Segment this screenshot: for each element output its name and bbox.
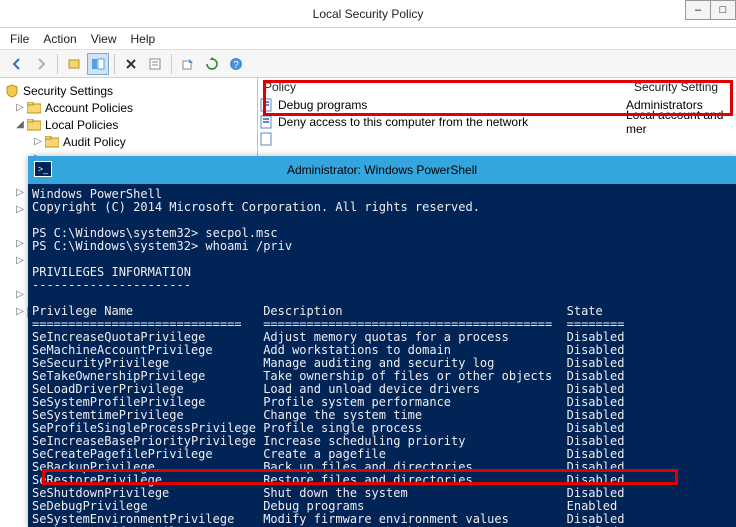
delete-button[interactable] [120,53,142,75]
policy-name: Deny access to this computer from the ne… [276,115,626,129]
window-titlebar: Local Security Policy – □ [0,0,736,28]
window-title: Local Security Policy [313,7,424,21]
maximize-button[interactable]: □ [710,0,736,20]
list-header[interactable]: Policy Security Setting [258,78,736,96]
powershell-console[interactable]: Windows PowerShell Copyright (C) 2014 Mi… [28,184,736,527]
policy-icon [258,132,276,146]
col-security-setting[interactable]: Security Setting [628,78,724,96]
powershell-icon: >_ [34,161,52,177]
svg-text:?: ? [233,60,239,71]
expand-icon[interactable]: ▷ [14,102,26,113]
folder-icon [26,101,42,115]
policy-value: Local account and mer [626,108,736,136]
menu-file[interactable]: File [10,32,29,46]
up-button[interactable] [63,53,85,75]
policy-icon [258,115,276,129]
tree-label: Local Policies [45,118,118,132]
help-button[interactable]: ? [225,53,247,75]
tree-root-label: Security Settings [23,84,113,98]
list-row[interactable]: Deny access to this computer from the ne… [258,113,736,130]
folder-icon [44,135,60,149]
export-button[interactable] [177,53,199,75]
expand-icon[interactable]: ▷ [32,136,44,147]
powershell-title: Administrator: Windows PowerShell [287,163,477,177]
collapse-icon[interactable]: ◢ [14,119,26,130]
forward-button[interactable] [30,53,52,75]
policy-icon [258,98,276,112]
back-button[interactable] [6,53,28,75]
tree-label: Account Policies [45,101,133,115]
menu-action[interactable]: Action [43,32,76,46]
show-tree-button[interactable] [87,53,109,75]
minimize-button[interactable]: – [685,0,711,20]
powershell-titlebar[interactable]: >_ Administrator: Windows PowerShell [28,156,736,184]
properties-button[interactable] [144,53,166,75]
tree-label: Audit Policy [63,135,126,149]
menu-help[interactable]: Help [131,32,156,46]
shield-icon [4,84,20,98]
tree-item-audit-policy[interactable]: ▷ Audit Policy [0,133,257,150]
policy-name: Debug programs [276,98,626,112]
tree-item-local-policies[interactable]: ◢ Local Policies [0,116,257,133]
menubar: File Action View Help [0,28,736,50]
powershell-window: >_ Administrator: Windows PowerShell Win… [28,156,736,527]
refresh-button[interactable] [201,53,223,75]
tree-item-account-policies[interactable]: ▷ Account Policies [0,99,257,116]
toolbar: ? [0,50,736,78]
menu-view[interactable]: View [91,32,117,46]
folder-icon [26,118,42,132]
tree-root[interactable]: Security Settings [0,82,257,99]
col-policy[interactable]: Policy [258,78,628,96]
